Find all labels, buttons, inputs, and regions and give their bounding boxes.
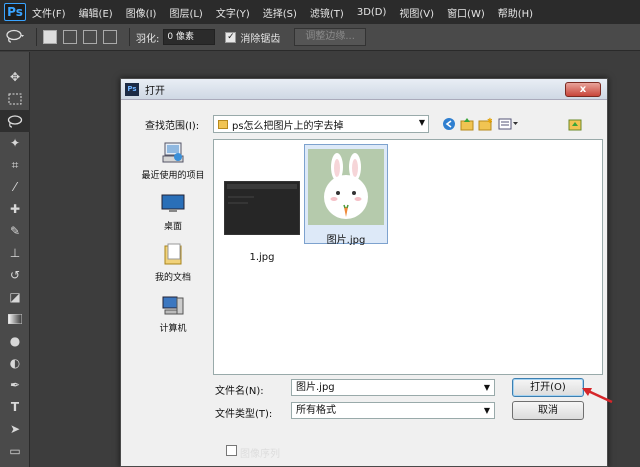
marquee-tool-icon[interactable] — [0, 88, 30, 110]
options-bar: 羽化: 0 像素 ✓ 消除锯齿 调整边缘... — [0, 24, 640, 51]
antialias-label: 消除锯齿 — [240, 33, 281, 45]
file-item-selected[interactable]: 图片.jpg — [304, 144, 388, 246]
places-bar: 最近使用的项目 桌面 我的文档 计算机 — [135, 139, 211, 339]
filename-label: 文件名(N): — [215, 386, 264, 397]
recent-icon — [162, 142, 184, 163]
pen-tool-icon[interactable]: ✒ — [0, 374, 30, 396]
crop-tool-icon[interactable]: ⌗ — [0, 154, 30, 176]
place-recent[interactable]: 最近使用的项目 — [135, 139, 211, 190]
menu-window[interactable]: 窗口(W) — [447, 5, 485, 20]
path-selection-tool-icon[interactable]: ➤ — [0, 418, 30, 440]
filename-input[interactable]: 图片.jpg ▼ — [291, 379, 495, 396]
up-folder-icon[interactable] — [459, 116, 475, 132]
documents-icon — [164, 243, 182, 265]
shape-tool-icon[interactable]: ▭ — [0, 440, 30, 462]
folder-options-icon[interactable] — [567, 116, 583, 132]
separator — [129, 28, 130, 46]
close-button[interactable]: x — [565, 82, 601, 97]
filetype-select[interactable]: 所有格式 ▼ — [291, 402, 495, 419]
lookin-value: ps怎么把图片上的字去掉 — [232, 120, 344, 132]
chevron-down-icon: ▼ — [483, 383, 490, 392]
file-item[interactable]: 1.jpg — [220, 166, 304, 266]
separator — [36, 28, 37, 46]
photoshop-logo: Ps — [4, 3, 26, 21]
place-label: 计算机 — [159, 324, 187, 334]
gradient-tool-icon[interactable] — [0, 308, 30, 330]
bunny-image — [308, 149, 384, 225]
dialog-title: 打开 — [145, 85, 165, 97]
feather-input[interactable]: 0 像素 — [163, 29, 216, 45]
place-computer[interactable]: 计算机 — [135, 292, 211, 343]
new-folder-icon[interactable]: ✱ — [477, 116, 493, 132]
computer-icon — [162, 296, 184, 315]
image-sequence-label: 图像序列 — [240, 449, 280, 460]
file-name: 图片.jpg — [326, 235, 366, 246]
tools-panel: ✥ ✦ ⌗ ⁄ ✚ ✎ ⊥ ↺ ◪ ● ◐ ✒ T ➤ ▭ — [0, 52, 30, 467]
menu-type[interactable]: 文字(Y) — [216, 5, 250, 20]
open-button[interactable]: 打开(O) — [512, 378, 584, 397]
lasso-preset-icon[interactable] — [6, 29, 26, 46]
menu-help[interactable]: 帮助(H) — [498, 5, 533, 20]
file-thumbnail — [224, 170, 300, 246]
add-selection-icon[interactable] — [63, 30, 77, 44]
place-documents[interactable]: 我的文档 — [135, 241, 211, 292]
cancel-button[interactable]: 取消 — [512, 401, 584, 420]
history-brush-tool-icon[interactable]: ↺ — [0, 264, 30, 286]
place-label: 最近使用的项目 — [141, 171, 205, 181]
intersect-selection-icon[interactable] — [103, 30, 117, 44]
folder-icon — [218, 119, 228, 129]
lookin-dropdown[interactable]: ps怎么把图片上的字去掉 ▼ — [213, 115, 429, 133]
menu-file[interactable]: 文件(F) — [32, 5, 66, 20]
type-tool-icon[interactable]: T — [0, 396, 30, 418]
clone-stamp-tool-icon[interactable]: ⊥ — [0, 242, 30, 264]
feather-label: 羽化: — [136, 33, 160, 45]
place-desktop[interactable]: 桌面 — [135, 190, 211, 241]
chevron-down-icon: ▼ — [418, 118, 425, 127]
menu-select[interactable]: 选择(S) — [263, 5, 297, 20]
magic-wand-tool-icon[interactable]: ✦ — [0, 132, 30, 154]
image-sequence-checkbox[interactable] — [226, 445, 237, 456]
antialias-checkbox[interactable]: ✓ — [225, 31, 237, 43]
file-thumbnail — [308, 149, 384, 225]
filetype-label: 文件类型(T): — [215, 409, 273, 420]
filetype-value: 所有格式 — [296, 405, 336, 416]
view-menu-icon[interactable] — [497, 116, 521, 132]
move-tool-icon[interactable]: ✥ — [0, 66, 30, 88]
open-dialog: Ps 打开 x 查找范围(I): ps怎么把图片上的字去掉 ▼ ✱ 最近使用的项… — [120, 78, 608, 467]
blur-tool-icon[interactable]: ● — [0, 330, 30, 352]
menu-layer[interactable]: 图层(L) — [169, 5, 202, 20]
dodge-tool-icon[interactable]: ◐ — [0, 352, 30, 374]
menu-bar: Ps 文件(F) 编辑(E) 图像(I) 图层(L) 文字(Y) 选择(S) 滤… — [0, 0, 640, 24]
menu-3d[interactable]: 3D(D) — [357, 7, 387, 18]
svg-text:✱: ✱ — [487, 117, 492, 125]
menu-view[interactable]: 视图(V) — [399, 5, 434, 20]
place-label: 桌面 — [163, 222, 182, 232]
subtract-selection-icon[interactable] — [83, 30, 97, 44]
desktop-icon — [161, 194, 185, 212]
eraser-tool-icon[interactable]: ◪ — [0, 286, 30, 308]
eyedropper-tool-icon[interactable]: ⁄ — [0, 176, 30, 198]
lookin-label: 查找范围(I): — [145, 121, 200, 132]
file-list: 1.jpg 图片.jpg — [213, 139, 603, 375]
back-icon[interactable] — [441, 116, 457, 132]
place-label: 我的文档 — [154, 273, 191, 283]
healing-brush-tool-icon[interactable]: ✚ — [0, 198, 30, 220]
file-name: 1.jpg — [249, 252, 275, 263]
photoshop-icon: Ps — [125, 82, 139, 96]
new-selection-icon[interactable] — [43, 30, 57, 44]
menu-edit[interactable]: 编辑(E) — [79, 5, 113, 20]
annotation-arrow-icon — [582, 388, 613, 404]
brush-tool-icon[interactable]: ✎ — [0, 220, 30, 242]
menu-image[interactable]: 图像(I) — [126, 5, 157, 20]
refine-edge-button[interactable]: 调整边缘... — [294, 28, 366, 46]
dialog-titlebar[interactable]: Ps 打开 — [121, 79, 607, 100]
chevron-down-icon: ▼ — [483, 406, 490, 415]
lasso-tool-icon[interactable] — [0, 110, 30, 132]
filename-value: 图片.jpg — [296, 382, 335, 393]
menu-filter[interactable]: 滤镜(T) — [310, 5, 344, 20]
